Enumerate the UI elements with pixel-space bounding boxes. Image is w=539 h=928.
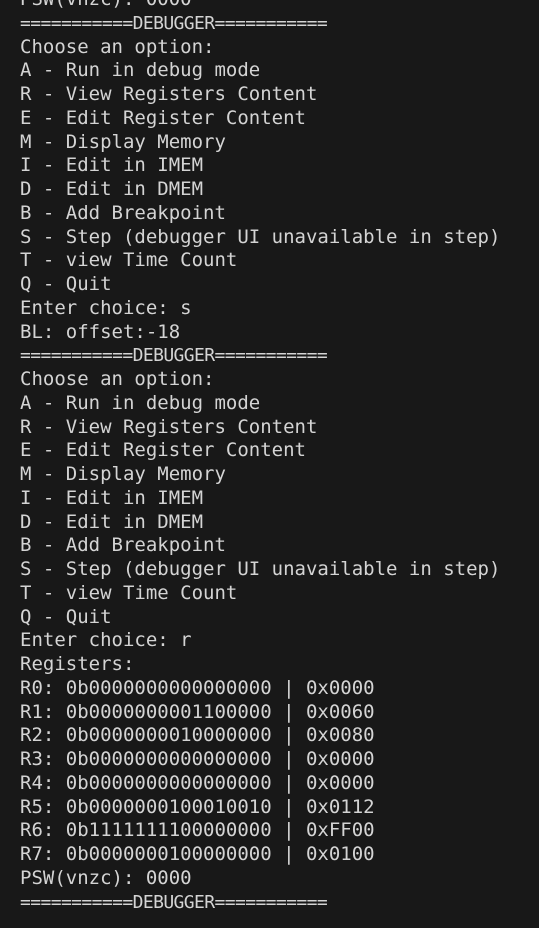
terminal-line-register-r5: R5: 0b0000000100010010 | 0x0112: [20, 795, 375, 818]
terminal-line-register-r2: R2: 0b0000000010000000 | 0x0080: [20, 724, 375, 747]
terminal-line-option-q: Q - Quit: [20, 273, 112, 295]
terminal-line-registers-heading: Registers:: [20, 653, 135, 675]
terminal-line-option-b: B - Add Breakpoint: [20, 201, 226, 224]
terminal-line-register-r6: R6: 0b1111111100000000 | 0xFF00: [20, 819, 375, 842]
terminal-line-option-d: D - Edit in DMEM: [20, 178, 204, 200]
terminal-line-option-d: D - Edit in DMEM: [20, 510, 204, 533]
terminal-line-register-r4: R4: 0b0000000000000000 | 0x0000: [20, 771, 375, 794]
terminal-line-option-a: A - Run in debug mode: [20, 391, 261, 414]
terminal-line-divider: ===========DEBUGGER===========: [20, 12, 328, 34]
terminal-line-register-r3: R3: 0b0000000000000000 | 0x0000: [20, 748, 375, 770]
terminal-line-option-r: R - View Registers Content: [20, 415, 318, 438]
terminal-line-option-s: S - Step (debugger UI unavailable in ste…: [20, 225, 501, 248]
terminal-line-option-t: T - view Time Count: [20, 581, 238, 604]
terminal-output[interactable]: PSW(vnzc): 0000 ===========DEBUGGER=====…: [0, 0, 539, 928]
terminal-line-register-r0: R0: 0b0000000000000000 | 0x0000: [20, 676, 375, 699]
terminal-lines: PSW(vnzc): 0000 ===========DEBUGGER=====…: [0, 0, 539, 914]
terminal-line-output: BL: offset:-18: [20, 320, 181, 343]
terminal-line-option-m: M - Display Memory: [20, 463, 226, 485]
terminal-line-option-q: Q - Quit: [20, 605, 112, 628]
terminal-line-choice: Enter choice: s: [20, 296, 192, 319]
terminal-line-psw: PSW(vnzc): 0000: [20, 866, 192, 889]
terminal-line-register-r1: R1: 0b0000000001100000 | 0x0060: [20, 700, 375, 723]
terminal-line-choice: Enter choice: r: [20, 629, 192, 652]
terminal-line-option-t: T - view Time Count: [20, 249, 238, 272]
terminal-line-divider: ===========DEBUGGER===========: [20, 345, 328, 367]
terminal-line-option-s: S - Step (debugger UI unavailable in ste…: [20, 558, 501, 580]
terminal-line-divider: ===========DEBUGGER===========: [20, 891, 328, 913]
terminal-line-menu-heading: Choose an option:: [20, 368, 215, 390]
terminal-line-option-b: B - Add Breakpoint: [20, 534, 226, 557]
terminal-line-option-i: I - Edit in IMEM: [20, 486, 204, 509]
terminal-line-option-e: E - Edit Register Content: [20, 106, 306, 129]
terminal-line-option-a: A - Run in debug mode: [20, 59, 261, 82]
terminal-line-option-m: M - Display Memory: [20, 130, 226, 153]
terminal-line-option-i: I - Edit in IMEM: [20, 154, 204, 177]
terminal-line-psw: PSW(vnzc): 0000: [20, 0, 539, 12]
terminal-line-menu-heading: Choose an option:: [20, 35, 215, 58]
terminal-line-option-e: E - Edit Register Content: [20, 439, 306, 462]
terminal-line-register-r7: R7: 0b0000000100000000 | 0x0100: [20, 843, 375, 865]
terminal-line-option-r: R - View Registers Content: [20, 83, 318, 105]
